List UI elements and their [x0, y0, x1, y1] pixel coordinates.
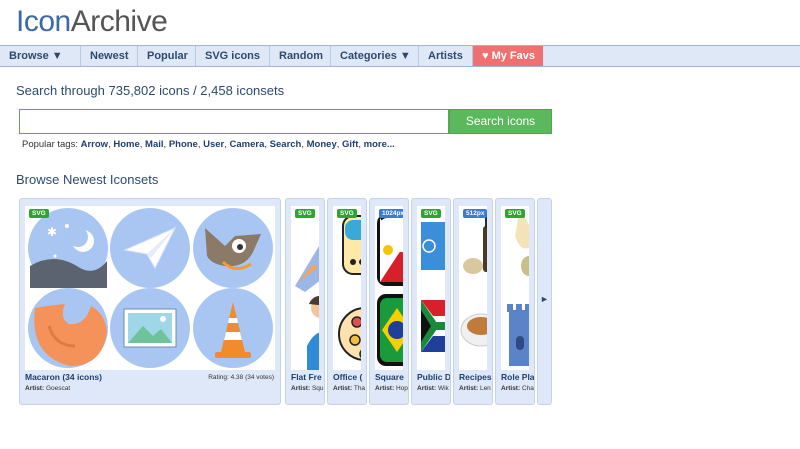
format-badge: 1024px [379, 209, 403, 218]
nav-svg-icons[interactable]: SVG icons [196, 46, 270, 66]
iconset-preview[interactable]: SVG [291, 206, 319, 370]
format-badge: 512px [463, 209, 487, 218]
firefox-icon [28, 288, 108, 368]
iconset-title[interactable]: Recipes [459, 372, 492, 382]
iconset-title[interactable]: Office ( [333, 372, 362, 382]
iconset-title[interactable]: Public D [417, 372, 450, 382]
popular-tags-label: Popular tags: [22, 139, 78, 150]
iconset-card-featured[interactable]: SVG ✱ Macaron (34 icons) Artist: Goescat… [19, 198, 281, 405]
artist-label: Artist: [501, 385, 521, 392]
iconset-card[interactable]: SVG Role Pla Artist: Cha [495, 198, 535, 405]
night-moon-icon: ✱ [28, 208, 108, 288]
recipes-preview [460, 216, 487, 347]
paper-plane-icon [110, 208, 190, 288]
square-flags-preview [377, 214, 403, 366]
iconset-preview[interactable]: 512px [459, 206, 487, 370]
logo-text-archive: Archive [70, 5, 168, 38]
iconset-card[interactable]: SVG Office ( Artist: Tha [327, 198, 367, 405]
artist-link[interactable]: Squ [312, 385, 324, 392]
popular-tags: Popular tags: Arrow, Home, Mail, Phone, … [22, 139, 395, 150]
iconset-preview[interactable]: 1024px [375, 206, 403, 370]
artist-link[interactable]: Len [480, 385, 491, 392]
search-heading: Search through 735,802 icons / 2,458 ico… [16, 83, 285, 98]
vlc-cone-icon [193, 288, 273, 368]
iconset-artist: Artist: Squ [291, 385, 324, 392]
nav-popular[interactable]: Popular [138, 46, 196, 66]
carousel-next-button[interactable]: ► [537, 198, 552, 405]
tag-more-link[interactable]: more... [364, 139, 395, 150]
macaron-preview-icons: ✱ [28, 208, 273, 368]
tag-link[interactable]: Phone [169, 139, 198, 150]
public-domain-flags-preview [421, 222, 445, 352]
artist-link[interactable]: Tha [354, 385, 365, 392]
artist-label: Artist: [291, 385, 311, 392]
tag-link[interactable]: Mail [145, 139, 163, 150]
iconset-title[interactable]: Flat Fre [291, 372, 322, 382]
iconset-title[interactable]: Role Pla [501, 372, 534, 382]
iconset-artist: Artist: Wik [417, 385, 449, 392]
svg-text:✱: ✱ [47, 225, 57, 239]
iconset-card[interactable]: SVG Flat Fre Artist: Squ [285, 198, 325, 405]
browse-heading: Browse Newest Iconsets [16, 172, 159, 187]
site-logo[interactable]: IconArchive [16, 5, 168, 38]
format-badge: SVG [337, 209, 357, 218]
iconset-rating: Rating: 4.38 (34 votes) [208, 374, 274, 381]
iconset-preview[interactable]: SVG [417, 206, 445, 370]
logo-text-icon: Icon [16, 5, 71, 38]
artist-link[interactable]: Wik [438, 385, 449, 392]
artist-label: Artist: [459, 385, 479, 392]
artist-label: Artist: [25, 385, 45, 392]
tag-link[interactable]: Search [270, 139, 302, 150]
iconset-preview[interactable]: SVG ✱ [25, 206, 275, 370]
image-viewer-icon [110, 288, 190, 368]
format-badge: SVG [295, 209, 315, 218]
artist-label: Artist: [417, 385, 437, 392]
nav-newest[interactable]: Newest [81, 46, 138, 66]
iconset-card[interactable]: 512px Recipes Artist: Len [453, 198, 493, 405]
tag-link[interactable]: Money [307, 139, 337, 150]
gimp-mascot-icon [193, 208, 273, 288]
artist-link[interactable]: Cha [522, 385, 534, 392]
iconset-card[interactable]: SVG Public D Artist: Wik [411, 198, 451, 405]
role-playing-preview [507, 214, 529, 366]
tag-link[interactable]: User [203, 139, 224, 150]
tag-link[interactable]: Home [113, 139, 139, 150]
iconset-title[interactable]: Square [375, 372, 404, 382]
iconset-artist: Artist: Goescat [25, 385, 70, 392]
search-button[interactable]: Search icons [449, 109, 552, 134]
nav-random[interactable]: Random [270, 46, 331, 66]
iconset-artist: Artist: Len [459, 385, 491, 392]
tag-link[interactable]: Camera [230, 139, 265, 150]
iconset-artist: Artist: Hop [375, 385, 408, 392]
tag-link[interactable]: Gift [342, 139, 358, 150]
artist-link[interactable]: Hop [396, 385, 408, 392]
iconset-card[interactable]: 1024px Square Artist: Hop [369, 198, 409, 405]
nav-artists[interactable]: Artists [419, 46, 473, 66]
format-badge: SVG [505, 209, 525, 218]
iconset-title[interactable]: Macaron (34 icons) [25, 372, 102, 382]
flat-icons-preview [295, 246, 319, 370]
iconset-preview[interactable]: SVG [501, 206, 529, 370]
format-badge: SVG [29, 209, 49, 218]
main-navbar: Browse ▼ Newest Popular SVG icons Random… [0, 45, 800, 67]
office-icons-preview [338, 215, 361, 361]
tag-link[interactable]: Arrow [81, 139, 108, 150]
nav-browse[interactable]: Browse ▼ [0, 46, 81, 66]
search-input[interactable] [19, 109, 449, 134]
nav-my-favs[interactable]: ♥ My Favs [473, 46, 543, 66]
format-badge: SVG [421, 209, 441, 218]
iconset-artist: Artist: Cha [501, 385, 534, 392]
artist-label: Artist: [375, 385, 395, 392]
artist-link[interactable]: Goescat [46, 385, 70, 392]
iconset-artist: Artist: Tha [333, 385, 365, 392]
artist-label: Artist: [333, 385, 353, 392]
nav-categories[interactable]: Categories ▼ [331, 46, 419, 66]
iconset-preview[interactable]: SVG [333, 206, 361, 370]
